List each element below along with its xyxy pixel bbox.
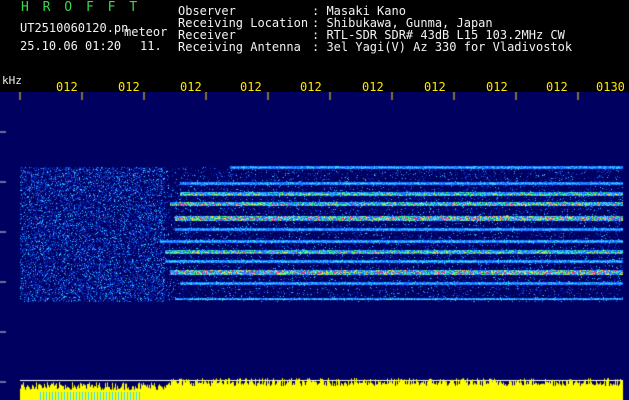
spectrogram-canvas (0, 92, 629, 400)
antenna-value: : 3el Yagi(V) Az 330 for Vladivostok (312, 40, 573, 54)
timestamp: 25.10.06 01:20 (20, 39, 122, 53)
file-suffix: meteor (124, 25, 168, 39)
antenna-label: Receiving Antenna (178, 40, 301, 54)
frequency-unit: kHz (2, 74, 22, 87)
count-label: 11. (140, 39, 162, 53)
app-brand: H R O F F T (21, 0, 141, 15)
file-name: UT2510060120.pn (20, 21, 129, 35)
